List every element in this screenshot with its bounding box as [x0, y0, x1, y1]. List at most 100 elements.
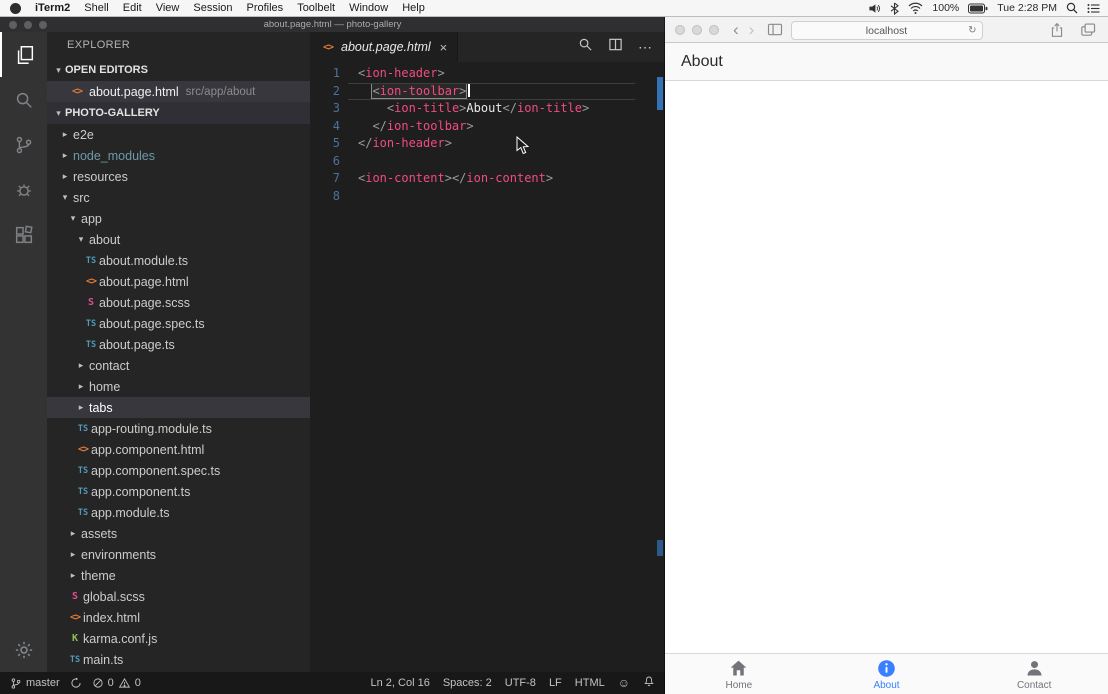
tab-about-page-html[interactable]: <> about.page.html ×: [310, 32, 458, 62]
code-line-5[interactable]: 5</ion-header>: [310, 135, 665, 153]
tab-about[interactable]: About: [813, 654, 961, 694]
menu-edit[interactable]: Edit: [123, 2, 142, 14]
line-number: 5: [310, 135, 340, 153]
zoom-window-button[interactable]: [709, 25, 719, 35]
battery-percentage: 100%: [932, 2, 959, 14]
file-karma.conf.js[interactable]: Kkarma.conf.js: [47, 628, 310, 649]
cursor-position[interactable]: Ln 2, Col 16: [371, 677, 430, 689]
code-line-2[interactable]: 2 <ion-toolbar>: [310, 83, 665, 101]
notification-center-icon[interactable]: [1087, 3, 1100, 14]
file-app-routing.module.ts[interactable]: TSapp-routing.module.ts: [47, 418, 310, 439]
menu-toolbelt[interactable]: Toolbelt: [297, 2, 335, 14]
menu-shell[interactable]: Shell: [84, 2, 108, 14]
feedback-smiley-icon[interactable]: ☺: [618, 676, 630, 690]
menu-profiles[interactable]: Profiles: [247, 2, 284, 14]
project-section-header[interactable]: ▾ PHOTO-GALLERY: [47, 102, 310, 124]
code-line-7[interactable]: 7<ion-content></ion-content>: [310, 170, 665, 188]
code-line-1[interactable]: 1<ion-header>: [310, 65, 665, 83]
spotlight-icon[interactable]: [1066, 2, 1078, 14]
reload-icon[interactable]: ↻: [968, 25, 976, 36]
forward-icon[interactable]: ›: [749, 21, 755, 38]
file-app.component.html[interactable]: <>app.component.html: [47, 439, 310, 460]
code-editor[interactable]: 1<ion-header>2 <ion-toolbar>3 <ion-title…: [310, 62, 665, 672]
folder-home[interactable]: ▸home: [47, 376, 310, 397]
code-line-8[interactable]: 8: [310, 188, 665, 206]
language-mode[interactable]: HTML: [575, 677, 605, 689]
folder-resources[interactable]: ▸resources: [47, 166, 310, 187]
menu-session[interactable]: Session: [193, 2, 232, 14]
menu-view[interactable]: View: [156, 2, 180, 14]
address-bar[interactable]: localhost ↻: [791, 21, 983, 40]
files-icon[interactable]: [0, 32, 47, 77]
tab-home[interactable]: Home: [665, 654, 813, 694]
file-app.component.ts[interactable]: TSapp.component.ts: [47, 481, 310, 502]
folder-src[interactable]: ▾src: [47, 187, 310, 208]
code-line-6[interactable]: 6: [310, 153, 665, 171]
sync-icon[interactable]: [70, 677, 82, 689]
file-app.module.ts[interactable]: TSapp.module.ts: [47, 502, 310, 523]
folder-contact[interactable]: ▸contact: [47, 355, 310, 376]
tree-item-label: environments: [81, 548, 156, 562]
search-icon[interactable]: [578, 37, 593, 57]
bluetooth-icon[interactable]: [890, 2, 899, 15]
file-global.scss[interactable]: Sglobal.scss: [47, 586, 310, 607]
wifi-icon[interactable]: [908, 2, 923, 14]
line-number: 4: [310, 118, 340, 136]
folder-app[interactable]: ▾app: [47, 208, 310, 229]
menu-window[interactable]: Window: [349, 2, 388, 14]
search-icon[interactable]: [0, 77, 47, 122]
file-about.page.scss[interactable]: Sabout.page.scss: [47, 292, 310, 313]
menu-help[interactable]: Help: [402, 2, 425, 14]
folder-node_modules[interactable]: ▸node_modules: [47, 145, 310, 166]
file-app.component.spec.ts[interactable]: TSapp.component.spec.ts: [47, 460, 310, 481]
tab-contact[interactable]: Contact: [960, 654, 1108, 694]
sidebar-icon[interactable]: [767, 23, 783, 36]
open-editor-item[interactable]: <> about.page.html src/app/about: [47, 81, 310, 102]
desktop: iTerm2 Shell Edit View Session Profiles Toolbe…: [0, 0, 1108, 694]
mouse-cursor: [516, 136, 529, 155]
file-about.page.spec.ts[interactable]: TSabout.page.spec.ts: [47, 313, 310, 334]
code-line-3[interactable]: 3 <ion-title>About</ion-title>: [310, 100, 665, 118]
folder-environments[interactable]: ▸environments: [47, 544, 310, 565]
eol-type[interactable]: LF: [549, 677, 562, 689]
volume-icon[interactable]: [868, 2, 881, 15]
vscode-titlebar[interactable]: about.page.html — photo-gallery: [0, 17, 665, 32]
encoding[interactable]: UTF-8: [505, 677, 536, 689]
close-window-button[interactable]: [675, 25, 685, 35]
bell-icon[interactable]: [643, 675, 655, 691]
code-line-4[interactable]: 4 </ion-toolbar>: [310, 118, 665, 136]
minimize-window-button[interactable]: [692, 25, 702, 35]
problems-indicator[interactable]: 0 0: [92, 677, 141, 689]
window-controls[interactable]: [675, 25, 719, 35]
menu-iterm2[interactable]: iTerm2: [35, 2, 70, 14]
folder-theme[interactable]: ▸theme: [47, 565, 310, 586]
file-about.module.ts[interactable]: TSabout.module.ts: [47, 250, 310, 271]
split-editor-icon[interactable]: [608, 37, 623, 57]
apple-icon[interactable]: [10, 3, 21, 14]
more-actions-icon[interactable]: ⋯: [638, 39, 653, 56]
menubar-clock[interactable]: Tue 2:28 PM: [997, 2, 1057, 14]
tab-bar: HomeAboutContact: [665, 653, 1108, 694]
folder-e2e[interactable]: ▸e2e: [47, 124, 310, 145]
open-editors-header[interactable]: ▾ OPEN EDITORS: [47, 59, 310, 81]
debug-icon[interactable]: [0, 167, 47, 212]
line-number: 2: [310, 83, 340, 101]
indentation[interactable]: Spaces: 2: [443, 677, 492, 689]
folder-tabs[interactable]: ▸tabs: [47, 397, 310, 418]
file-about.page.html[interactable]: <>about.page.html: [47, 271, 310, 292]
extensions-icon[interactable]: [0, 212, 47, 257]
error-count: 0: [108, 677, 114, 689]
battery-icon[interactable]: [968, 3, 988, 14]
close-icon[interactable]: ×: [440, 41, 448, 54]
source-control-icon[interactable]: [0, 122, 47, 167]
file-about.page.ts[interactable]: TSabout.page.ts: [47, 334, 310, 355]
share-icon[interactable]: [1050, 22, 1064, 38]
file-main.ts[interactable]: TSmain.ts: [47, 649, 310, 670]
settings-gear-icon[interactable]: [0, 627, 47, 672]
back-icon[interactable]: ‹: [733, 21, 739, 38]
git-branch-indicator[interactable]: master: [10, 677, 60, 690]
folder-assets[interactable]: ▸assets: [47, 523, 310, 544]
folder-about[interactable]: ▾about: [47, 229, 310, 250]
tabs-icon[interactable]: [1080, 22, 1096, 37]
file-index.html[interactable]: <>index.html: [47, 607, 310, 628]
